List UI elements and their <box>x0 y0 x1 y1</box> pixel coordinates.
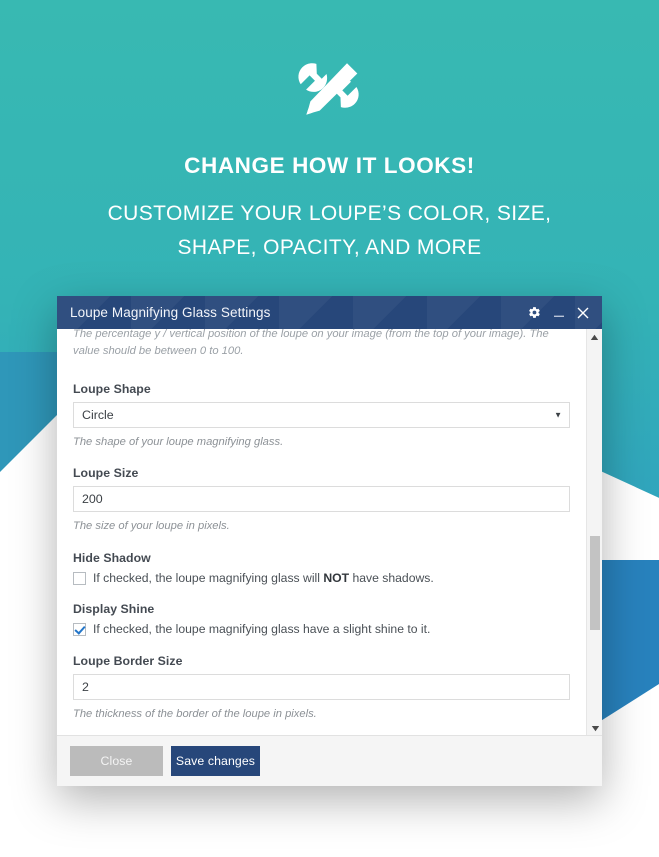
hide-shadow-checkbox[interactable] <box>73 572 86 586</box>
label-loupe-shape: Loupe Shape <box>73 381 151 396</box>
hide-shadow-row: If checked, the loupe magnifying glass w… <box>73 571 570 586</box>
hero-subtitle: CUSTOMIZE YOUR LOUPE’S COLOR, SIZE, SHAP… <box>107 202 552 260</box>
field-hide-shadow: Hide Shadow If checked, the loupe magnif… <box>73 551 570 586</box>
scroll-up-arrow-icon[interactable] <box>587 329 602 345</box>
hide-shadow-text: If checked, the loupe magnifying glass w… <box>93 571 434 586</box>
label-hide-shadow: Hide Shadow <box>73 551 151 566</box>
clipped-help-text: The percentage y / vertical position of … <box>73 329 549 357</box>
scroll-down-arrow-icon[interactable] <box>587 720 602 735</box>
scrollbar-thumb[interactable] <box>590 536 600 630</box>
minimize-icon[interactable] <box>551 305 566 320</box>
modal-body: The percentage y / vertical position of … <box>57 329 602 736</box>
save-changes-button[interactable]: Save changes <box>171 746 260 776</box>
loupe-shape-select[interactable]: Circle ▼ <box>73 401 570 428</box>
label-loupe-border-size: Loupe Border Size <box>73 653 183 668</box>
wrench-and-pencil-icon <box>297 63 359 115</box>
modal-footer: Close Save changes <box>57 736 602 786</box>
loupe-size-input[interactable] <box>73 486 570 513</box>
hide-shadow-text-before: If checked, the loupe magnifying glass w… <box>93 571 324 586</box>
settings-scroll-area: The percentage y / vertical position of … <box>57 329 586 735</box>
loupe-border-size-input[interactable] <box>73 673 570 700</box>
field-loupe-border-size: Loupe Border Size The thickness of the b… <box>73 654 570 723</box>
help-loupe-border-size: The thickness of the border of the loupe… <box>73 707 317 720</box>
modal-header-buttons <box>527 305 590 320</box>
close-button[interactable]: Close <box>70 746 163 776</box>
vertical-scrollbar[interactable] <box>586 329 602 735</box>
field-display-shine: Display Shine If checked, the loupe magn… <box>73 602 570 637</box>
modal-shadow: Loupe Magnifying Glass Settings The perc… <box>57 296 602 786</box>
modal-title: Loupe Magnifying Glass Settings <box>70 305 271 320</box>
settings-modal: Loupe Magnifying Glass Settings The perc… <box>57 296 602 786</box>
field-loupe-size: Loupe Size The size of your loupe in pix… <box>73 466 570 535</box>
hero-section: CHANGE HOW IT LOOKS! CUSTOMIZE YOUR LOUP… <box>0 0 659 265</box>
display-shine-checkbox[interactable] <box>73 623 86 637</box>
modal-header: Loupe Magnifying Glass Settings <box>57 296 602 329</box>
hide-shadow-text-strong: NOT <box>323 571 350 586</box>
display-shine-row: If checked, the loupe magnifying glass h… <box>73 622 570 637</box>
help-loupe-size: The size of your loupe in pixels. <box>73 520 230 533</box>
help-loupe-shape: The shape of your loupe magnifying glass… <box>73 435 284 448</box>
label-display-shine: Display Shine <box>73 602 155 617</box>
field-loupe-shape: Loupe Shape Circle ▼ The shape of your l… <box>73 382 570 451</box>
close-icon[interactable] <box>575 305 590 320</box>
display-shine-text: If checked, the loupe magnifying glass h… <box>93 622 431 637</box>
label-loupe-size: Loupe Size <box>73 466 139 481</box>
gear-icon[interactable] <box>527 305 542 320</box>
hide-shadow-text-after: have shadows. <box>349 571 434 586</box>
loupe-shape-select-value[interactable]: Circle <box>73 401 570 428</box>
page-root: CHANGE HOW IT LOOKS! CUSTOMIZE YOUR LOUP… <box>0 0 659 857</box>
hero-title: CHANGE HOW IT LOOKS! <box>184 153 475 178</box>
